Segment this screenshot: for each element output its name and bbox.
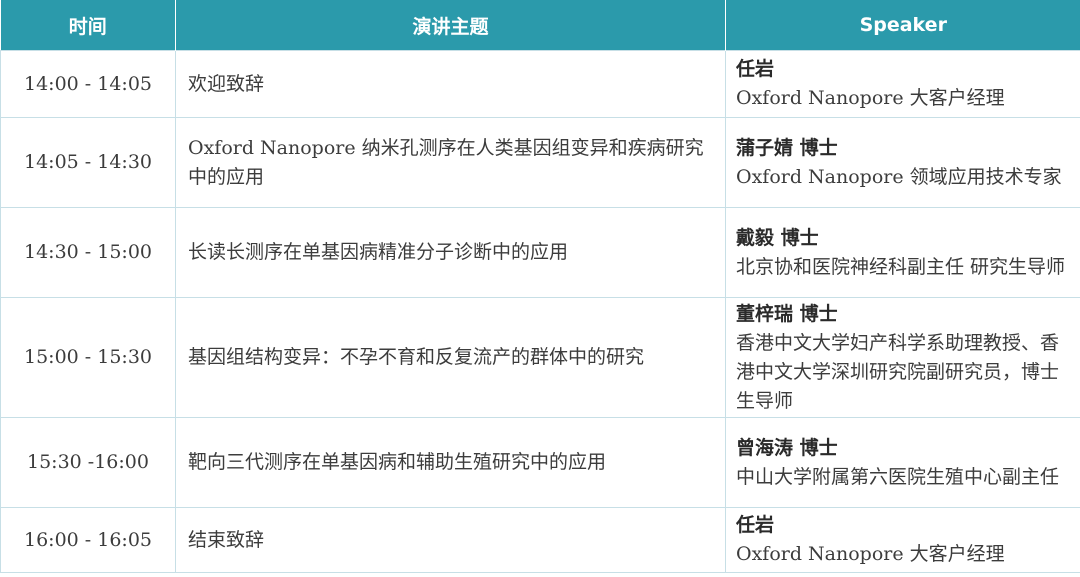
- time-cell: 14:00 - 14:05: [0, 50, 176, 118]
- table-row: 15:00 - 15:30 基因组结构变异：不孕不育和反复流产的群体中的研究 董…: [0, 297, 1080, 418]
- speaker-title: Oxford Nanopore 大客户经理: [736, 543, 1005, 565]
- table-row: 16:00 - 16:05 结束致辞 任岩 Oxford Nanopore 大客…: [0, 507, 1080, 573]
- speaker-cell: 曾海涛 博士 中山大学附属第六医院生殖中心副主任: [725, 417, 1080, 508]
- agenda-table: 时间 演讲主题 Speaker 14:00 - 14:05 欢迎致辞 任岩 Ox…: [0, 0, 1080, 573]
- speaker-name: 任岩: [736, 58, 775, 80]
- table-header: 时间 演讲主题 Speaker: [0, 0, 1080, 51]
- speaker-name: 曾海涛 博士: [736, 436, 838, 459]
- topic-cell: 长读长测序在单基因病精准分子诊断中的应用: [175, 207, 726, 298]
- speaker-cell: 任岩 Oxford Nanopore 大客户经理: [725, 507, 1080, 573]
- header-topic: 演讲主题: [175, 0, 726, 51]
- topic-cell: 靶向三代测序在单基因病和辅助生殖研究中的应用: [175, 417, 726, 508]
- header-time: 时间: [0, 0, 176, 51]
- speaker-name: 任岩: [736, 514, 775, 536]
- topic-cell: 结束致辞: [175, 507, 726, 573]
- speaker-name: 蒲子婧 博士: [736, 136, 838, 159]
- speaker-title: Oxford Nanopore 领域应用技术专家: [736, 165, 1062, 188]
- table-row: 15:30 -16:00 靶向三代测序在单基因病和辅助生殖研究中的应用 曾海涛 …: [0, 417, 1080, 508]
- topic-cell: Oxford Nanopore 纳米孔测序在人类基因组变异和疾病研究中的应用: [175, 117, 726, 208]
- time-cell: 14:30 - 15:00: [0, 207, 176, 298]
- speaker-cell: 戴毅 博士 北京协和医院神经科副主任 研究生导师: [725, 207, 1080, 298]
- speaker-title: Oxford Nanopore 大客户经理: [736, 87, 1005, 109]
- topic-cell: 基因组结构变异：不孕不育和反复流产的群体中的研究: [175, 297, 726, 418]
- speaker-title: 北京协和医院神经科副主任 研究生导师: [736, 255, 1066, 278]
- speaker-title: 中山大学附属第六医院生殖中心副主任: [736, 465, 1060, 488]
- table-row: 14:00 - 14:05 欢迎致辞 任岩 Oxford Nanopore 大客…: [0, 50, 1080, 118]
- table-row: 14:05 - 14:30 Oxford Nanopore 纳米孔测序在人类基因…: [0, 117, 1080, 208]
- speaker-name: 戴毅 博士: [736, 226, 819, 249]
- topic-cell: 欢迎致辞: [175, 50, 726, 118]
- time-cell: 14:05 - 14:30: [0, 117, 176, 208]
- speaker-cell: 董梓瑞 博士 香港中文大学妇产科学系助理教授、香港中文大学深圳研究院副研究员，博…: [725, 297, 1080, 418]
- speaker-name: 董梓瑞 博士: [736, 302, 838, 325]
- time-cell: 16:00 - 16:05: [0, 507, 176, 573]
- header-speaker: Speaker: [725, 0, 1080, 51]
- speaker-cell: 蒲子婧 博士 Oxford Nanopore 领域应用技术专家: [725, 117, 1080, 208]
- time-cell: 15:30 -16:00: [0, 417, 176, 508]
- time-cell: 15:00 - 15:30: [0, 297, 176, 418]
- speaker-title: 香港中文大学妇产科学系助理教授、香港中文大学深圳研究院副研究员，博士生导师: [736, 331, 1060, 412]
- table-row: 14:30 - 15:00 长读长测序在单基因病精准分子诊断中的应用 戴毅 博士…: [0, 207, 1080, 298]
- speaker-cell: 任岩 Oxford Nanopore 大客户经理: [725, 50, 1080, 118]
